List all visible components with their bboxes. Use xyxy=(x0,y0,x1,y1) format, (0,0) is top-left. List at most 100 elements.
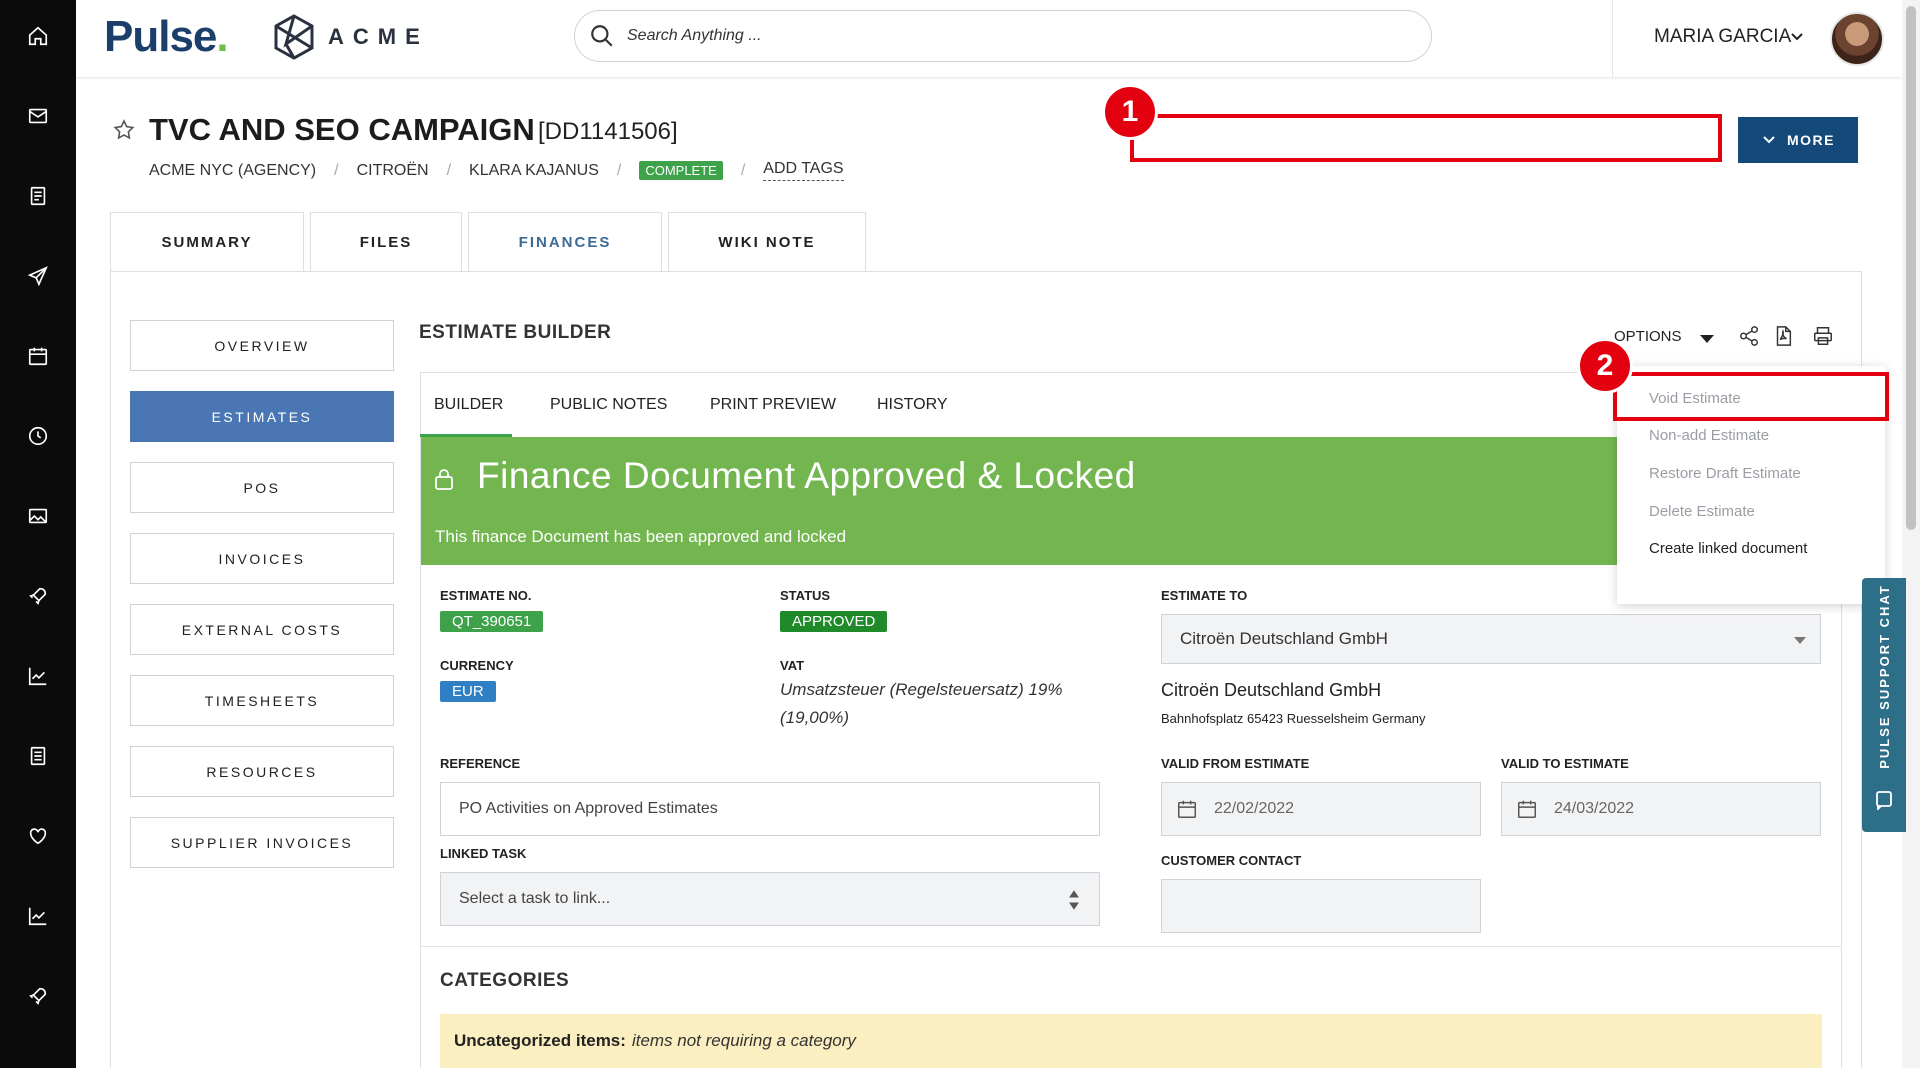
tab-summary[interactable]: SUMMARY xyxy=(110,212,304,271)
linked-task-select[interactable]: Select a task to link... xyxy=(440,872,1100,926)
menu-item-non-add-estimate[interactable]: Non-add Estimate xyxy=(1649,427,1769,444)
mail-icon[interactable] xyxy=(24,102,52,130)
clock-icon[interactable] xyxy=(24,422,52,450)
uncategorized-description: items not requiring a category xyxy=(631,1031,856,1050)
reference-label: REFERENCE xyxy=(440,756,521,771)
annotation-marker-1: 1 xyxy=(1102,84,1158,140)
add-tags-link[interactable]: ADD TAGS xyxy=(763,160,844,181)
vat-label: VAT xyxy=(780,658,805,673)
calendar-icon xyxy=(1518,800,1536,818)
pdf-icon[interactable] xyxy=(1772,325,1794,347)
estimate-to-label: ESTIMATE TO xyxy=(1161,588,1248,603)
support-chat-tab[interactable]: PULSE SUPPORT CHAT xyxy=(1862,578,1906,832)
breadcrumb-separator: / xyxy=(740,161,746,179)
side-nav-invoices[interactable]: INVOICES xyxy=(130,533,394,584)
valid-from-label: VALID FROM ESTIMATE xyxy=(1161,756,1310,771)
breadcrumb-separator: / xyxy=(334,161,339,179)
menu-item-delete-estimate[interactable]: Delete Estimate xyxy=(1649,503,1755,520)
chart-icon[interactable] xyxy=(24,662,52,690)
breadcrumb-separator: / xyxy=(616,161,622,179)
select-arrows-icon xyxy=(1069,890,1079,910)
valid-to-value: 24/03/2022 xyxy=(1554,800,1635,817)
side-nav-external-costs[interactable]: EXTERNAL COSTS xyxy=(130,604,394,655)
report-icon[interactable] xyxy=(24,742,52,770)
categories-title: CATEGORIES xyxy=(440,970,570,991)
top-header: Pulse. ACME MARIA GARCIA xyxy=(76,0,1902,77)
user-divider xyxy=(1612,0,1613,77)
status-badge: COMPLETE xyxy=(639,161,723,180)
breadcrumb-owner[interactable]: KLARA KAJANUS xyxy=(469,162,599,180)
caret-down-icon[interactable] xyxy=(1700,335,1714,343)
side-nav-timesheets[interactable]: TIMESHEETS xyxy=(130,675,394,726)
left-nav-rail xyxy=(0,0,76,1068)
uncategorized-items-row[interactable]: Uncategorized items: items not requiring… xyxy=(440,1014,1822,1068)
launch-icon[interactable] xyxy=(24,982,52,1010)
more-button-label: MORE xyxy=(1787,132,1835,148)
locked-subtitle: This finance Document has been approved … xyxy=(435,527,847,546)
subtab-print-preview[interactable]: PRINT PREVIEW xyxy=(710,396,836,414)
calendar-icon[interactable] xyxy=(24,342,52,370)
page-scrollbar-thumb[interactable] xyxy=(1906,6,1916,530)
breadcrumb-client[interactable]: CITROËN xyxy=(357,162,429,180)
side-nav-resources[interactable]: RESOURCES xyxy=(130,746,394,797)
reference-field[interactable]: PO Activities on Approved Estimates xyxy=(440,782,1100,836)
tab-files[interactable]: FILES xyxy=(310,212,462,271)
favorite-star-icon[interactable] xyxy=(112,118,136,142)
annotation-box-2 xyxy=(1613,372,1889,421)
lock-icon xyxy=(433,467,455,491)
subtab-history[interactable]: HISTORY xyxy=(877,396,948,414)
more-button[interactable]: MORE xyxy=(1738,117,1858,163)
breadcrumb: ACME NYC (AGENCY) / CITROËN / KLARA KAJA… xyxy=(149,160,844,181)
side-nav-overview[interactable]: OVERVIEW xyxy=(130,320,394,371)
project-title: TVC AND SEO CAMPAIGN xyxy=(149,112,535,147)
tab-wiki-note[interactable]: WIKI NOTE xyxy=(668,212,866,271)
document-icon[interactable] xyxy=(24,182,52,210)
send-icon[interactable] xyxy=(24,262,52,290)
estimate-no-badge: QT_390651 xyxy=(440,611,544,632)
section-divider xyxy=(421,946,1841,947)
menu-item-create-linked-document[interactable]: Create linked document xyxy=(1649,540,1807,557)
uncategorized-label: Uncategorized items: xyxy=(454,1031,626,1050)
locked-title: Finance Document Approved & Locked xyxy=(477,455,1136,496)
reference-value: PO Activities on Approved Estimates xyxy=(459,800,718,817)
chevron-down-icon[interactable] xyxy=(1790,30,1804,44)
rocket-icon[interactable] xyxy=(24,582,52,610)
user-menu-name[interactable]: MARIA GARCIA xyxy=(1654,26,1791,48)
annotation-box-1 xyxy=(1130,114,1722,162)
linked-task-label: LINKED TASK xyxy=(440,846,527,861)
chevron-down-icon xyxy=(1763,136,1775,144)
options-dropdown-toggle[interactable]: OPTIONS xyxy=(1614,328,1682,345)
pulse-logo[interactable]: Pulse. xyxy=(104,12,229,62)
support-chat-label-wrap: PULSE SUPPORT CHAT xyxy=(1867,584,1901,769)
valid-from-value: 22/02/2022 xyxy=(1214,800,1295,817)
side-nav-pos[interactable]: POS xyxy=(130,462,394,513)
approved-status-badge: APPROVED xyxy=(780,611,888,632)
acme-logo: ACME xyxy=(272,10,429,64)
home-icon[interactable] xyxy=(24,22,52,50)
estimate-to-select[interactable]: Citroën Deutschland GmbH xyxy=(1161,614,1821,664)
side-nav-supplier-invoices[interactable]: SUPPLIER INVOICES xyxy=(130,817,394,868)
valid-from-field[interactable]: 22/02/2022 xyxy=(1161,782,1481,836)
search-input[interactable] xyxy=(627,27,1327,45)
linked-task-placeholder: Select a task to link... xyxy=(459,890,611,907)
share-icon[interactable] xyxy=(1738,325,1760,347)
search-bar[interactable] xyxy=(574,10,1432,62)
print-icon[interactable] xyxy=(1812,325,1834,347)
acme-logo-icon xyxy=(274,14,314,60)
valid-to-field[interactable]: 24/03/2022 xyxy=(1501,782,1821,836)
analytics-icon[interactable] xyxy=(24,902,52,930)
heart-icon[interactable] xyxy=(24,822,52,850)
breadcrumb-agency[interactable]: ACME NYC (AGENCY) xyxy=(149,162,316,180)
image-icon[interactable] xyxy=(24,502,52,530)
user-avatar[interactable] xyxy=(1830,12,1884,66)
customer-contact-field[interactable] xyxy=(1161,879,1481,933)
subtab-builder[interactable]: BUILDER xyxy=(434,396,503,414)
menu-item-restore-draft-estimate[interactable]: Restore Draft Estimate xyxy=(1649,465,1801,482)
side-nav-estimates[interactable]: ESTIMATES xyxy=(130,391,394,442)
subtab-public-notes[interactable]: PUBLIC NOTES xyxy=(550,396,667,414)
valid-to-label: VALID TO ESTIMATE xyxy=(1501,756,1629,771)
tab-finances[interactable]: FINANCES xyxy=(468,212,662,271)
chat-icon xyxy=(1874,790,1894,812)
support-chat-label: PULSE SUPPORT CHAT xyxy=(1876,583,1892,769)
calendar-icon xyxy=(1178,800,1196,818)
